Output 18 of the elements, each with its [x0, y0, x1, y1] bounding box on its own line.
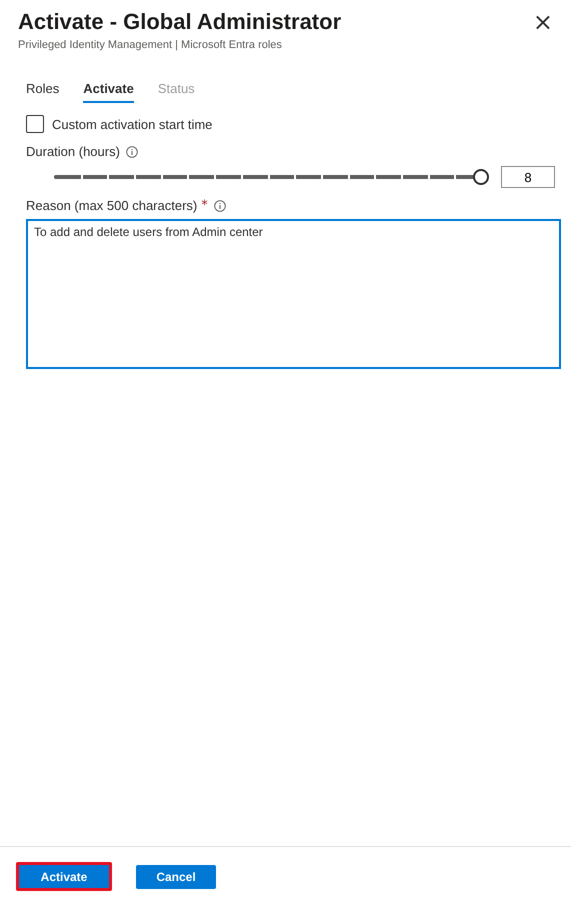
field-label: Reason (max 500 characters): [26, 198, 198, 213]
reason-field[interactable]: To add and delete users from Admin center: [26, 219, 561, 369]
info-icon[interactable]: [126, 146, 138, 158]
checkbox[interactable]: [26, 115, 44, 133]
panel-title: Activate - Global Administrator: [18, 8, 342, 36]
hours-input[interactable]: 8: [501, 166, 555, 188]
required-mark: *: [201, 198, 208, 213]
checkbox-label: Custom activation start time: [52, 116, 212, 132]
info-icon[interactable]: [214, 200, 226, 212]
slider-thumb[interactable]: [473, 169, 489, 185]
panel-subtitle: Privileged Identity Management | Microsoft Entra roles: [18, 39, 283, 51]
field-label: Duration (hours): [26, 144, 120, 159]
button[interactable]: Cancel: [136, 865, 216, 889]
close-button[interactable]: ×: [522, 8, 563, 36]
tab[interactable]: Activate: [83, 81, 134, 103]
tab[interactable]: Roles: [26, 81, 60, 103]
duration-slider[interactable]: [54, 169, 489, 185]
highlighted-button[interactable]: Activate: [16, 862, 112, 891]
